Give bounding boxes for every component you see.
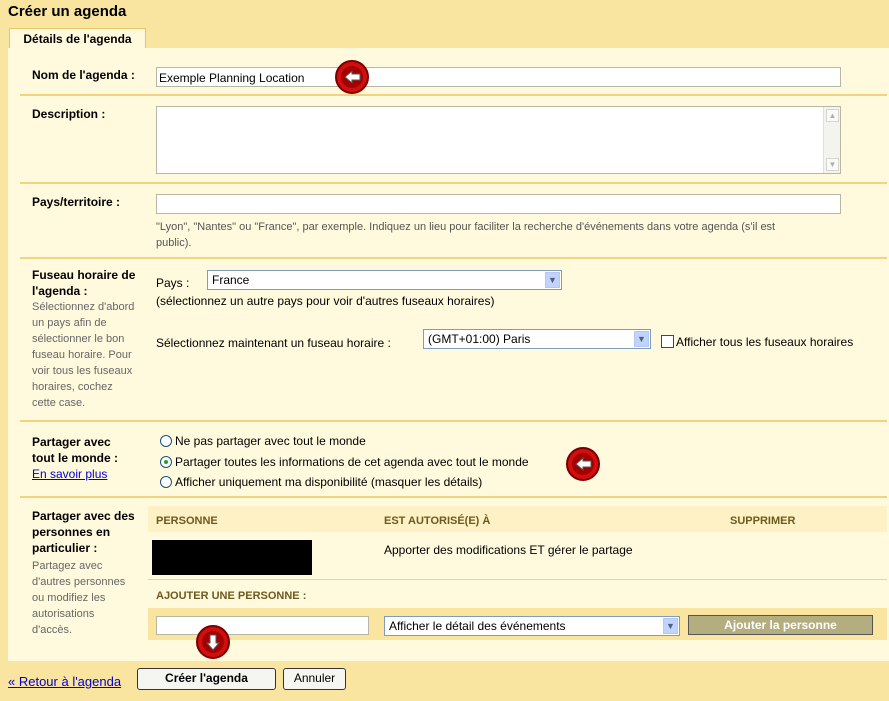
cancel-button[interactable]: Annuler xyxy=(283,668,346,690)
share-people-label-line1: Partager avec des xyxy=(32,509,135,523)
timezone-help-7: cette case. xyxy=(32,397,86,409)
redacted-person xyxy=(152,540,312,575)
timezone-help-1: Sélectionnez d'abord xyxy=(32,301,135,313)
back-to-calendar-link[interactable]: « Retour à l'agenda xyxy=(8,674,121,690)
page-title: Créer un agenda xyxy=(8,3,127,20)
share-public-label-line2: tout le monde : xyxy=(32,451,118,465)
country-hint-line1: "Lyon", "Nantes" ou "France", par exempl… xyxy=(156,221,776,233)
timezone-help-6: horaires, cochez xyxy=(32,381,113,393)
country-label: Pays/territoire : xyxy=(32,195,121,209)
timezone-label-line2: l'agenda : xyxy=(32,284,88,298)
description-scrollbar[interactable]: ▲ ▼ xyxy=(823,107,840,173)
details-panel: Nom de l'agenda : Exemple Planning Locat… xyxy=(8,48,889,661)
calendar-name-value: Exemple Planning Location xyxy=(159,71,305,85)
col-delete-header: SUPPRIMER xyxy=(730,515,796,527)
country-row: Pays/territoire : "Lyon", "Nantes" ou "F… xyxy=(20,184,887,259)
add-person-button[interactable]: Ajouter la personne xyxy=(688,615,873,635)
annotation-arrow-down-icon xyxy=(196,625,230,659)
tz-country-select[interactable]: France ▼ xyxy=(207,270,562,290)
share-people-label-line2: personnes en xyxy=(32,525,111,539)
col-person-header: PERSONNE xyxy=(156,515,218,527)
calendar-name-row: Nom de l'agenda : Exemple Planning Locat… xyxy=(20,54,887,96)
create-calendar-frame: Créer un agenda Détails de l'agenda Nom … xyxy=(0,0,889,701)
tab-calendar-details[interactable]: Détails de l'agenda xyxy=(9,28,146,49)
timezone-help-2: un pays afin de xyxy=(32,317,107,329)
add-person-header: AJOUTER UNE PERSONNE : xyxy=(156,590,307,602)
show-all-timezones-label[interactable]: Afficher tous les fuseaux horaires xyxy=(676,334,853,350)
country-hint-line2: public). xyxy=(156,237,192,249)
radio-share-all-label[interactable]: Partager toutes les informations de cet … xyxy=(175,454,529,470)
share-public-row: Partager avec tout le monde : En savoir … xyxy=(20,422,887,498)
share-people-help-1: Partagez avec xyxy=(32,560,103,572)
description-row: Description : ▲ ▼ xyxy=(20,96,887,184)
description-label: Description : xyxy=(32,107,106,121)
radio-free-busy-label[interactable]: Afficher uniquement ma disponibilité (ma… xyxy=(175,474,482,490)
timezone-label-line1: Fuseau horaire de xyxy=(32,268,136,282)
country-input[interactable] xyxy=(156,194,841,214)
tz-country-label: Pays : xyxy=(156,276,190,290)
share-people-help-3: ou modifiez les xyxy=(32,592,106,604)
radio-no-share-label[interactable]: Ne pas partager avec tout le monde xyxy=(175,433,366,449)
timezone-help-4: fuseau horaire. Pour xyxy=(32,349,132,361)
share-people-row: Partager avec des personnes en particuli… xyxy=(20,498,887,659)
tz-country-value: France xyxy=(212,273,250,287)
timezone-help-5: voir tous les fuseaux xyxy=(32,365,133,377)
description-textarea[interactable]: ▲ ▼ xyxy=(156,106,841,174)
share-people-help-5: d'accès. xyxy=(32,624,73,636)
learn-more-link[interactable]: En savoir plus xyxy=(32,466,107,482)
share-people-help-2: d'autres personnes xyxy=(32,576,126,588)
chevron-down-icon[interactable]: ▼ xyxy=(545,272,560,288)
timezone-help-3: sélectionner le bon xyxy=(32,333,125,345)
create-calendar-button[interactable]: Créer l'agenda xyxy=(137,668,276,690)
annotation-arrow-left-icon xyxy=(566,447,600,481)
radio-free-busy[interactable] xyxy=(160,476,172,488)
chevron-down-icon[interactable]: ▼ xyxy=(634,331,649,347)
share-public-label-line1: Partager avec xyxy=(32,435,111,449)
show-all-timezones-checkbox[interactable] xyxy=(661,335,674,348)
radio-no-share[interactable] xyxy=(160,435,172,447)
timezone-select[interactable]: (GMT+01:00) Paris ▼ xyxy=(423,329,651,349)
add-person-input[interactable] xyxy=(156,616,369,635)
add-permission-value: Afficher le détail des événements xyxy=(389,619,566,633)
divider xyxy=(148,579,887,580)
annotation-arrow-left-icon xyxy=(335,60,369,94)
table-row-permission: Apporter des modifications ET gérer le p… xyxy=(384,543,633,557)
timezone-row: Fuseau horaire de l'agenda : Sélectionne… xyxy=(20,259,887,422)
scroll-down-icon[interactable]: ▼ xyxy=(826,158,839,171)
tz-country-hint: (sélectionnez un autre pays pour voir d'… xyxy=(156,294,495,308)
scroll-up-icon[interactable]: ▲ xyxy=(826,109,839,122)
share-people-label-line3: particulier : xyxy=(32,541,98,555)
col-permission-header: EST AUTORISÉ(E) À xyxy=(384,515,491,527)
timezone-value: (GMT+01:00) Paris xyxy=(428,332,531,346)
add-permission-select[interactable]: Afficher le détail des événements ▼ xyxy=(384,616,680,636)
share-people-help-4: autorisations xyxy=(32,608,95,620)
chevron-down-icon[interactable]: ▼ xyxy=(663,618,678,634)
radio-share-all[interactable] xyxy=(160,456,172,468)
tz-select-label: Sélectionnez maintenant un fuseau horair… xyxy=(156,336,391,350)
calendar-name-label: Nom de l'agenda : xyxy=(32,68,135,82)
calendar-name-input[interactable]: Exemple Planning Location xyxy=(156,67,841,87)
